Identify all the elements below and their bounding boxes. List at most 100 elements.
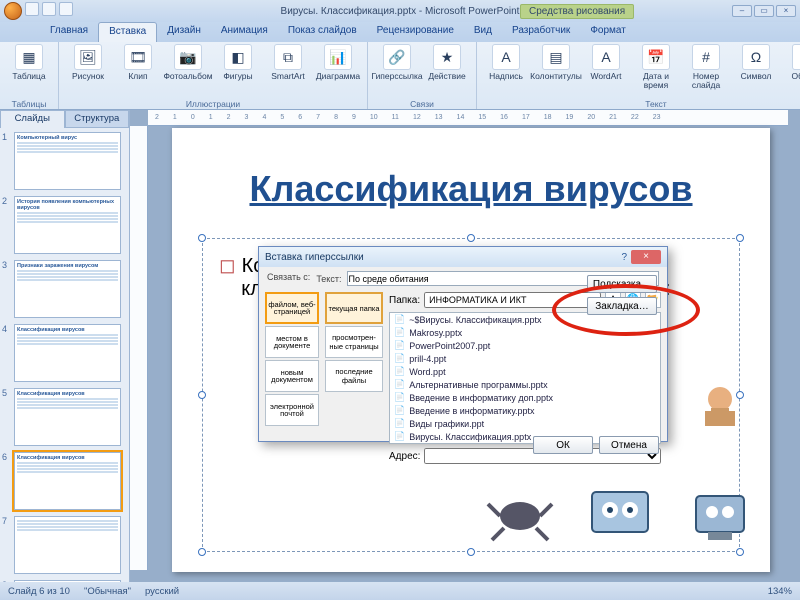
thumbnail-3[interactable]: 3Признаки заражения вирусом [2, 260, 127, 318]
minimize-button[interactable]: – [732, 5, 752, 17]
link-to-options: файлом, веб-страницейместом в документен… [265, 292, 319, 430]
smartart-icon: ⧉ [274, 44, 302, 70]
browse-nav-1[interactable]: просмотрен-ные страницы [325, 326, 383, 358]
tab-Разработчик[interactable]: Разработчик [502, 22, 580, 42]
datetime-button[interactable]: 📅Дата и время [633, 44, 679, 90]
shapes-icon: ◧ [224, 44, 252, 70]
link-to-option-3[interactable]: электронной почтой [265, 394, 319, 426]
slidenum-button[interactable]: #Номер слайда [683, 44, 729, 90]
tab-Показ слайдов[interactable]: Показ слайдов [278, 22, 367, 42]
clip-button[interactable]: 🎞Клип [115, 44, 161, 81]
hyperlink-icon: 🔗 [383, 44, 411, 70]
thumbnail-1[interactable]: 1Компьютерный вирус [2, 132, 127, 190]
action-icon: ★ [433, 44, 461, 70]
wordart-button[interactable]: AWordArt [583, 44, 629, 81]
symbol-button[interactable]: ΩСимвол [733, 44, 779, 81]
symbol-icon: Ω [742, 44, 770, 70]
ok-button[interactable]: ОК [533, 436, 593, 454]
picture-button[interactable]: 🖼Рисунок [65, 44, 111, 81]
status-theme: "Обычная" [84, 586, 131, 597]
tab-Рецензирование[interactable]: Рецензирование [367, 22, 464, 42]
tab-Анимация[interactable]: Анимация [211, 22, 278, 42]
qat-undo[interactable] [42, 2, 56, 16]
status-language[interactable]: русский [145, 586, 179, 597]
file-item[interactable]: PowerPoint2007.ppt [390, 339, 660, 352]
thumbnail-7[interactable]: 7 [2, 516, 127, 574]
dialog-help-icon[interactable]: ? [621, 252, 627, 263]
wordart-icon: A [592, 44, 620, 70]
file-list[interactable]: ~$Вирусы. Классификация.pptxMakrosy.pptx… [389, 312, 661, 444]
file-item[interactable]: prill-4.ppt [390, 352, 660, 365]
chart-button[interactable]: 📊Диаграмма [315, 44, 361, 81]
dialog-titlebar[interactable]: Вставка гиперссылки ? × [259, 247, 667, 267]
picture-icon: 🖼 [74, 44, 102, 70]
headerfooter-button[interactable]: ▤Колонтитулы [533, 44, 579, 81]
slidenum-icon: # [692, 44, 720, 70]
qat-save[interactable] [25, 2, 39, 16]
ribbon: ▦ТаблицаТаблицы🖼Рисунок🎞Клип📷Фотоальбом◧… [0, 42, 800, 110]
bookmark-button[interactable]: Закладка… [587, 297, 657, 315]
tab-Формат[interactable]: Формат [580, 22, 636, 42]
dialog-close-icon[interactable]: × [631, 250, 661, 264]
file-item[interactable]: Альтернативные программы.pptx [390, 378, 660, 391]
group-label: Текст [645, 99, 666, 109]
headerfooter-icon: ▤ [542, 44, 570, 70]
thumbnail-4[interactable]: 4Классификация вирусов [2, 324, 127, 382]
tab-Дизайн[interactable]: Дизайн [157, 22, 211, 42]
slides-tab[interactable]: Слайды [0, 110, 65, 128]
close-button[interactable]: × [776, 5, 796, 17]
ribbon-group-Связи: 🔗Гиперссылка★Действие Связи [368, 42, 477, 109]
textbox-button[interactable]: AНадпись [483, 44, 529, 81]
outline-tab[interactable]: Структура [65, 110, 130, 128]
link-to-option-0[interactable]: файлом, веб-страницей [265, 292, 319, 324]
album-button[interactable]: 📷Фотоальбом [165, 44, 211, 81]
tab-Вставка[interactable]: Вставка [98, 22, 157, 42]
file-item[interactable]: Введение в информатику.pptx [390, 404, 660, 417]
link-to-option-2[interactable]: новым документом [265, 360, 319, 392]
hyperlink-button[interactable]: 🔗Гиперссылка [374, 44, 420, 81]
group-label: Связи [410, 99, 434, 109]
link-to-option-1[interactable]: местом в документе [265, 326, 319, 358]
maximize-button[interactable]: ▭ [754, 5, 774, 17]
smartart-button[interactable]: ⧉SmartArt [265, 44, 311, 81]
ribbon-group-Текст: AНадпись▤КолонтитулыAWordArt📅Дата и врем… [477, 42, 800, 109]
insert-hyperlink-dialog: Вставка гиперссылки ? × Связать с: Текст… [258, 246, 668, 442]
thumbnail-6[interactable]: 6Классификация вирусов [2, 452, 127, 510]
action-button[interactable]: ★Действие [424, 44, 470, 81]
dialog-title: Вставка гиперссылки [265, 252, 364, 263]
file-item[interactable]: Виды графики.ppt [390, 417, 660, 430]
window-title: Вирусы. Классификация.pptx - Microsoft P… [281, 6, 520, 17]
screentip-button[interactable]: Подсказка… [587, 275, 657, 293]
browse-nav-2[interactable]: последние файлы [325, 360, 383, 392]
zoom-value[interactable]: 134% [768, 586, 792, 597]
slide-thumbnails: 1Компьютерный вирус 2История появления ко… [0, 128, 129, 582]
qat-redo[interactable] [59, 2, 73, 16]
file-item[interactable]: Введение в информатику доп.pptx [390, 391, 660, 404]
album-icon: 📷 [174, 44, 202, 70]
object-button[interactable]: ◳Объект [783, 44, 800, 81]
folder-select[interactable]: ИНФОРМАТИКА И ИКТ [424, 292, 601, 308]
file-item[interactable]: Word.ppt [390, 365, 660, 378]
office-button[interactable] [4, 2, 22, 20]
table-button[interactable]: ▦Таблица [6, 44, 52, 81]
horizontal-ruler: 2101234567891011121314151617181920212223 [148, 110, 788, 126]
slide-title[interactable]: Классификация вирусов [202, 168, 740, 210]
object-icon: ◳ [792, 44, 800, 70]
vertical-ruler [130, 126, 148, 570]
ribbon-group-Таблицы: ▦ТаблицаТаблицы [0, 42, 59, 109]
tab-Главная[interactable]: Главная [40, 22, 98, 42]
clip-icon: 🎞 [124, 44, 152, 70]
file-item[interactable]: Makrosy.pptx [390, 326, 660, 339]
title-bar: Вирусы. Классификация.pptx - Microsoft P… [0, 0, 800, 22]
quick-access-toolbar [4, 2, 73, 20]
thumbnail-5[interactable]: 5Классификация вирусов [2, 388, 127, 446]
thumbnail-2[interactable]: 2История появления компьютерных вирусов [2, 196, 127, 254]
cancel-button[interactable]: Отмена [599, 436, 659, 454]
slides-panel: Слайды Структура 1Компьютерный вирус 2Ист… [0, 110, 130, 582]
ribbon-tabs: ГлавнаяВставкаДизайнАнимацияПоказ слайдо… [0, 22, 800, 42]
tab-Вид[interactable]: Вид [464, 22, 502, 42]
shapes-button[interactable]: ◧Фигуры [215, 44, 261, 81]
bullet-icon: ◻ [219, 255, 236, 277]
status-slide-count: Слайд 6 из 10 [8, 586, 70, 597]
browse-nav-0[interactable]: текущая папка [325, 292, 383, 324]
